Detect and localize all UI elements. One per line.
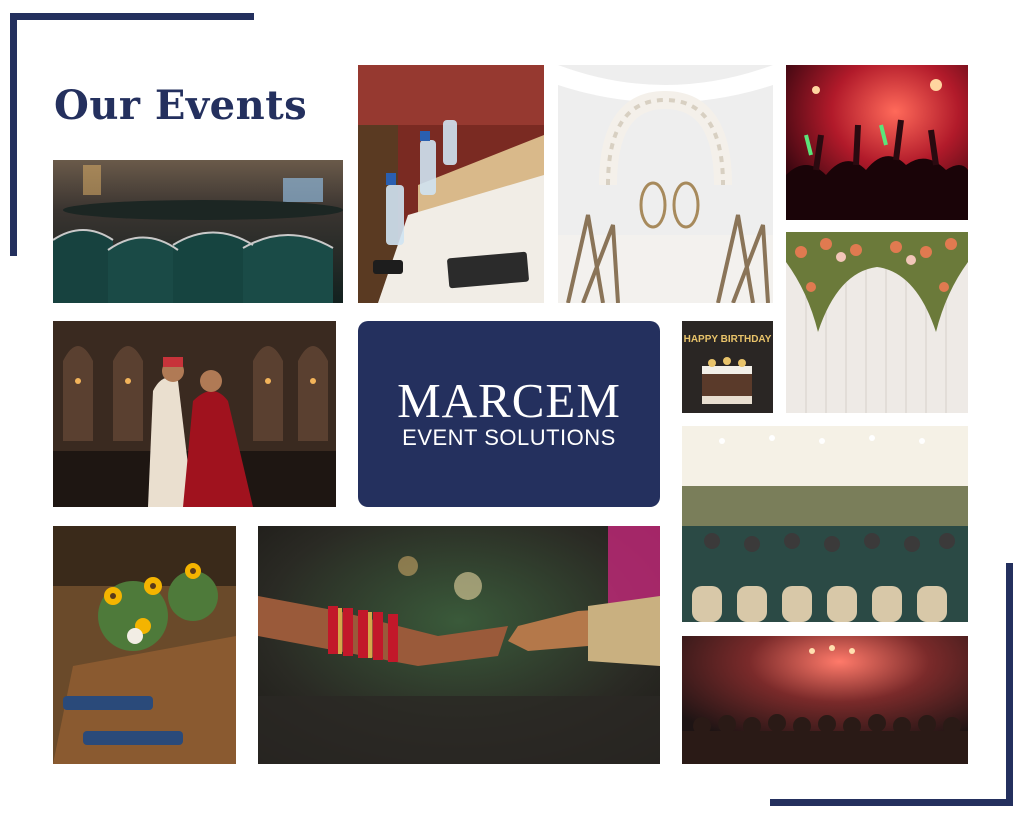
- photo-meeting-table: [358, 65, 544, 303]
- brand-name: MARCEM: [397, 373, 621, 428]
- photo-conference-hall: [53, 160, 343, 303]
- photo-wedding-hands: [258, 526, 660, 764]
- photo-table-setting: [53, 526, 236, 764]
- photo-wedding-arch: [558, 65, 773, 303]
- photo-birthday-cake: HAPPY BIRTHDAY: [682, 321, 773, 413]
- frame-top-left-horizontal: [10, 13, 254, 20]
- page-title: Our Events: [54, 82, 308, 129]
- frame-bottom-right-vertical: [1006, 563, 1013, 806]
- photo-auditorium-audience: [682, 636, 968, 764]
- frame-top-left-vertical: [10, 13, 17, 256]
- brand-tagline: EVENT SOLUTIONS: [402, 425, 616, 450]
- photo-wedding-couple: [53, 321, 336, 507]
- photo-floral-backdrop: [786, 232, 968, 413]
- cake-topper-text: HAPPY BIRTHDAY: [683, 334, 772, 345]
- brand-logo-card: MARCEM EVENT SOLUTIONS: [358, 321, 660, 507]
- photo-concert-crowd: [786, 65, 968, 220]
- frame-bottom-right-horizontal: [770, 799, 1013, 806]
- photo-banquet-audience: [682, 426, 968, 622]
